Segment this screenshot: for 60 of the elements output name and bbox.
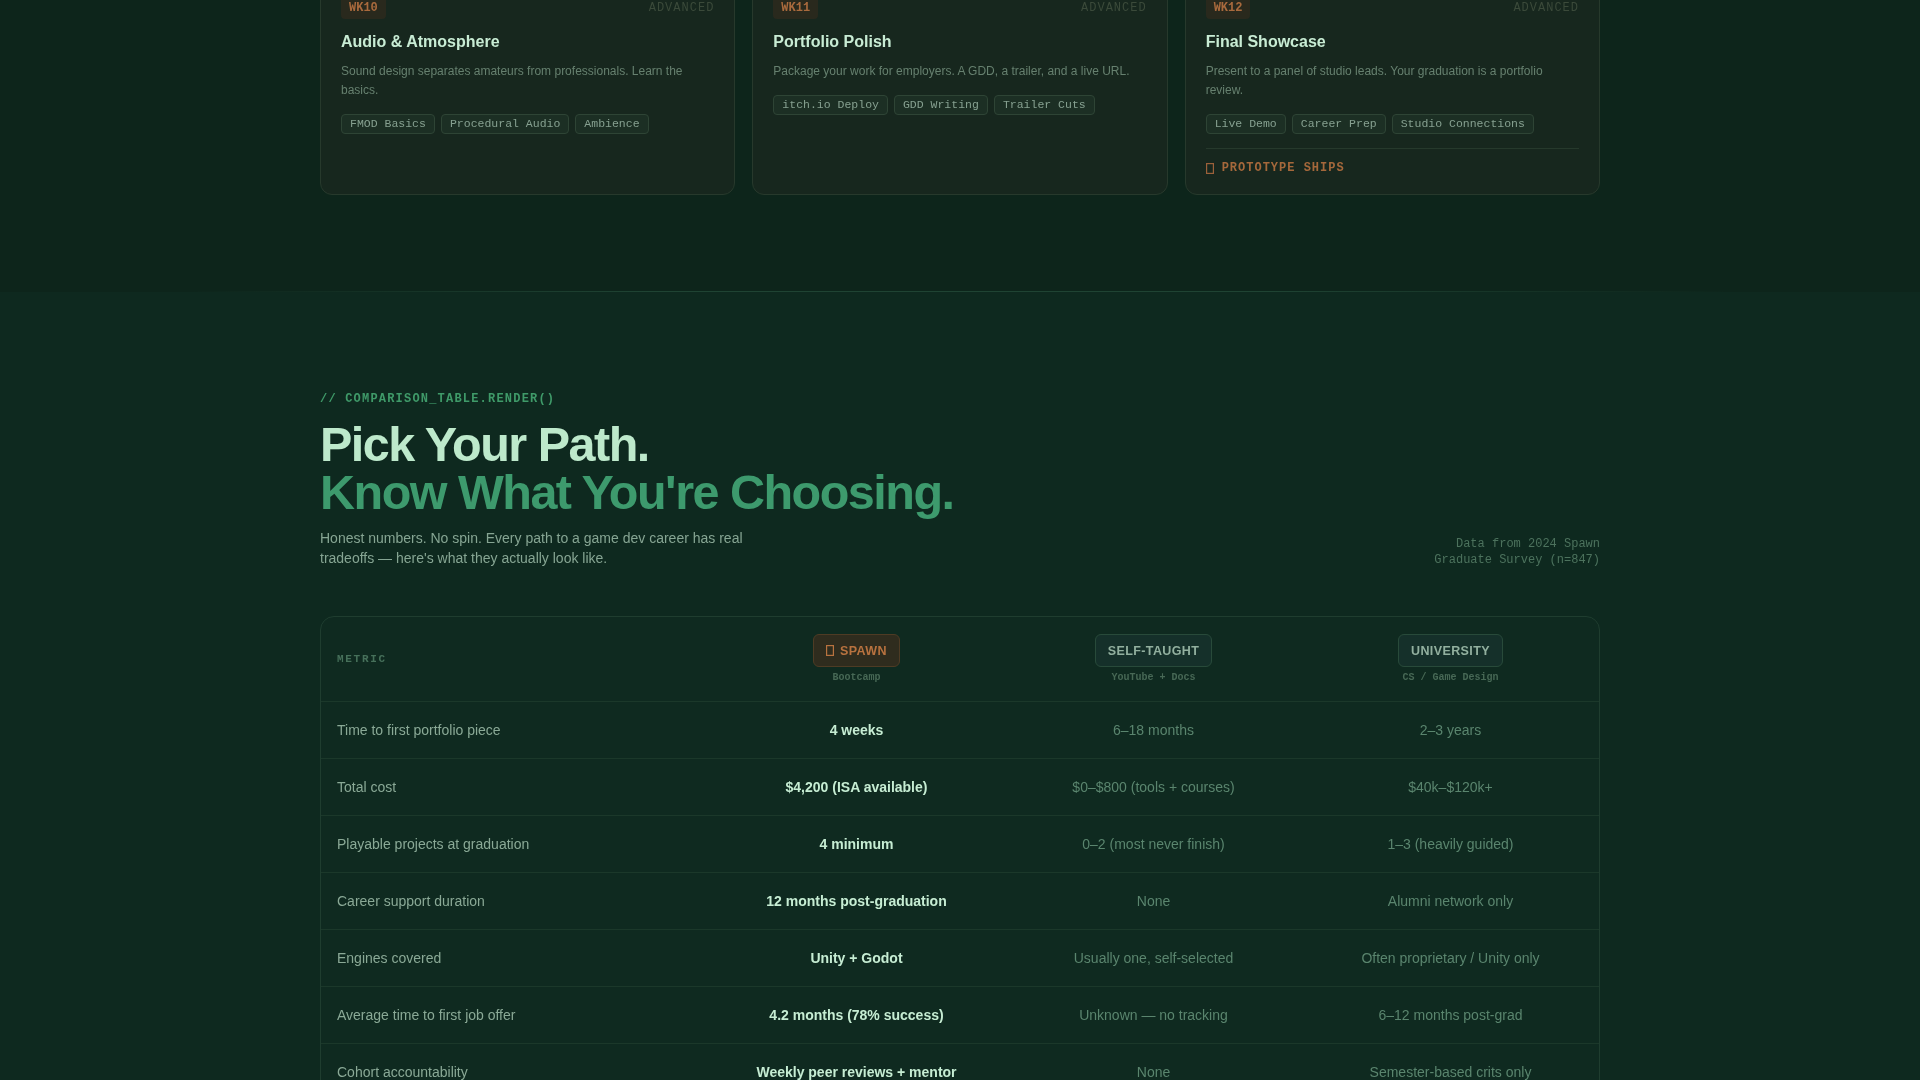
comparison-value: Weekly peer reviews + mentor	[756, 1063, 957, 1080]
metric-label: Average time to first job offer	[337, 1006, 516, 1024]
topic-tag: FMOD Basics	[341, 114, 435, 134]
comparison-value: Semester-based crits only	[1369, 1063, 1532, 1080]
metric-label: Playable projects at graduation	[337, 835, 530, 853]
rectangle-icon	[826, 645, 835, 656]
comparison-value: None	[1136, 1063, 1171, 1080]
comparison-value: 4.2 months (78% success)	[769, 1006, 944, 1024]
comparison-value: Often proprietary / Unity only	[1361, 949, 1540, 967]
metric-label: Career support duration	[337, 892, 485, 910]
week-label: WK10	[341, 0, 386, 19]
card-title: Final Showcase	[1205, 32, 1327, 52]
topic-tag: Studio Connections	[1391, 114, 1534, 134]
comparison-value: Usually one, self-selected	[1073, 949, 1234, 967]
week-label: WK11	[773, 0, 819, 19]
topic-tag: Career Prep	[1291, 114, 1386, 134]
comparison-value: 1–3 (heavily guided)	[1387, 835, 1514, 853]
comparison-value: 4 minimum	[819, 835, 894, 853]
comparison-value: 4 weeks	[829, 721, 884, 739]
week-label: WK12	[1205, 0, 1251, 19]
path-pill: SPAWN	[813, 634, 900, 667]
comparison-value: 6–12 months post-grad	[1378, 1006, 1523, 1024]
metric-label: Time to first portfolio piece	[337, 721, 501, 739]
comparison-value: Unity + Godot	[810, 949, 903, 967]
comparison-value: 2–3 years	[1419, 721, 1482, 739]
source-note: Data from 2024 Spawn Graduate Survey (n=847)	[1433, 536, 1600, 568]
comparison-value: 12 months post-graduation	[766, 892, 947, 910]
section-eyebrow: // COMPARISON_TABLE.RENDER()	[320, 391, 557, 407]
card-title: Portfolio Polish	[773, 32, 893, 52]
topic-tag: Live Demo	[1205, 114, 1286, 134]
comparison-value: None	[1136, 892, 1171, 910]
path-subtitle: CS / Game Design	[1402, 672, 1499, 684]
rectangle-icon	[1205, 162, 1214, 174]
comparison-value: Alumni network only	[1387, 892, 1514, 910]
topic-tag: GDD Writing	[893, 95, 988, 115]
path-pill: SELF-TAUGHT	[1094, 634, 1213, 667]
comparison-value: Unknown — no tracking	[1079, 1006, 1228, 1024]
comparison-value: $0–$800 (tools + courses)	[1072, 778, 1235, 796]
comparison-value: $40k–$120k+	[1408, 778, 1493, 796]
metric-label: Cohort accountability	[337, 1063, 468, 1080]
card-description: Present to a panel of studio leads. Your graduation is a portfolio review.	[1205, 63, 1544, 99]
topic-tag: Ambience	[575, 114, 649, 134]
metric-label: Total cost	[337, 778, 397, 796]
topic-tag: Trailer Cuts	[993, 95, 1095, 115]
card-description: Sound design separates amateurs from professionals. Learn the basics.	[341, 63, 684, 99]
metric-label: Engines covered	[337, 949, 442, 967]
comparison-value: 0–2 (most never finish)	[1082, 835, 1225, 853]
milestone-label: PROTOTYPE SHIPS	[1221, 160, 1345, 176]
card-title: Audio & Atmosphere	[341, 32, 501, 52]
path-subtitle: Bootcamp	[832, 672, 881, 684]
comparison-value: $4,200 (ISA available)	[785, 778, 928, 796]
topic-tag: Procedural Audio	[440, 114, 570, 134]
section-title: Pick Your Path.	[320, 420, 650, 468]
comparison-value: 6–18 months	[1113, 721, 1194, 739]
path-pill: UNIVERSITY	[1398, 634, 1503, 667]
topic-tag: itch.io Deploy	[773, 95, 888, 115]
column-heading: METRIC	[337, 652, 387, 666]
card-description: Package your work for employers. A GDD, a trailer, and a live URL.	[773, 63, 1131, 80]
path-subtitle: YouTube + Docs	[1111, 672, 1196, 684]
section-description: Honest numbers. No spin. Every path to a game dev career has real tradeoffs — here's what they actually look like.	[320, 529, 744, 568]
